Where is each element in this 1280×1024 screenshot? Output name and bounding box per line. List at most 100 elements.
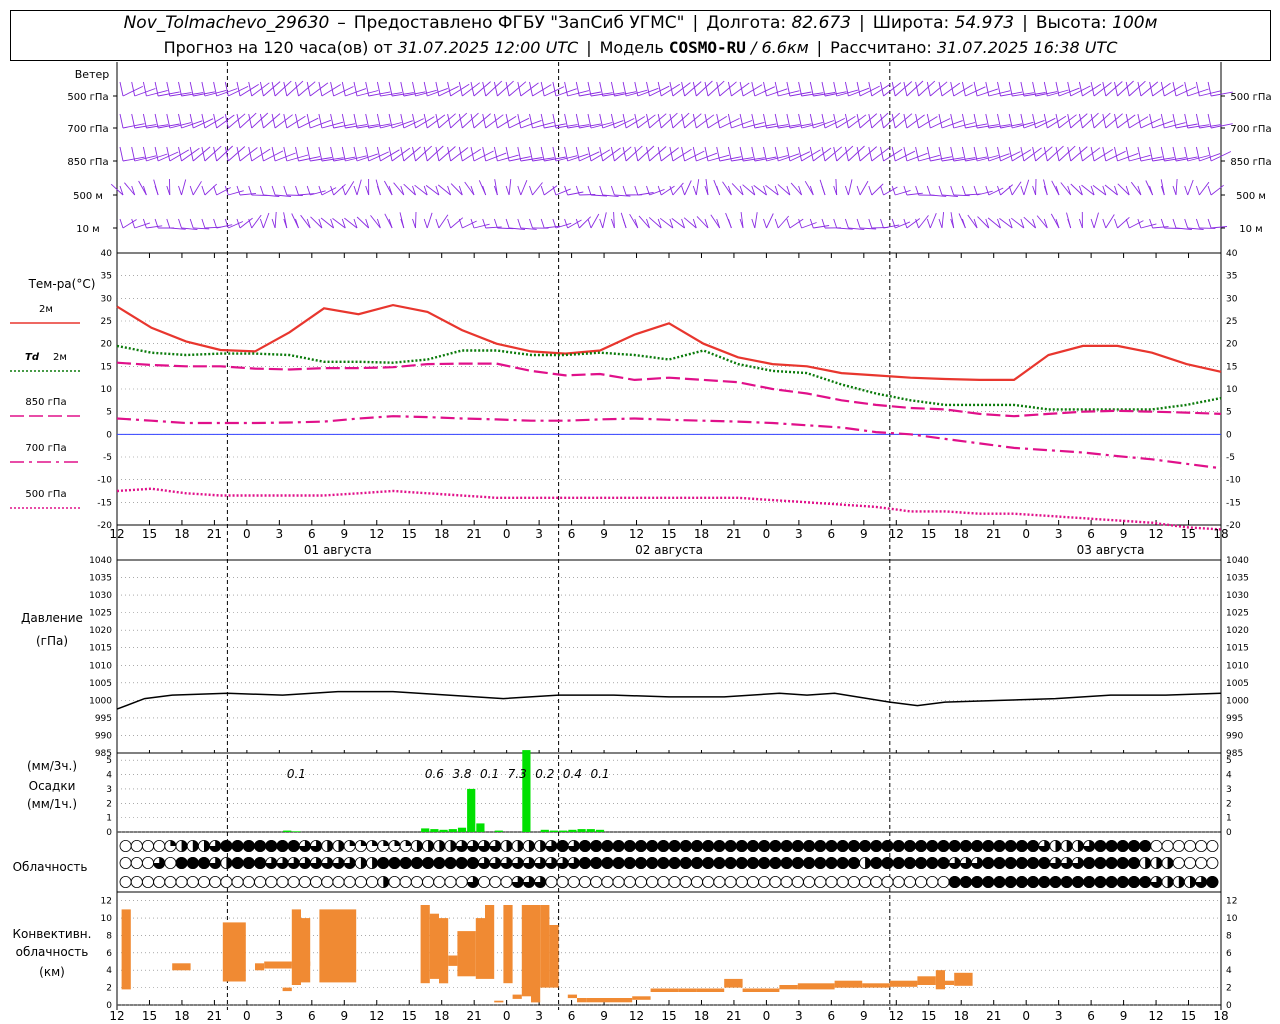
wind-barb — [1023, 147, 1042, 162]
wind-barb — [1036, 215, 1048, 229]
cloud-fill — [231, 857, 244, 870]
cloud-fill — [926, 840, 939, 853]
day-label: 01 августа — [304, 543, 372, 557]
cloud-fill — [859, 840, 872, 853]
time-tick-label-upper: 9 — [340, 527, 348, 541]
cloud-fill — [1049, 876, 1062, 889]
cloud-fill — [892, 857, 905, 870]
cloud-fill — [780, 857, 793, 870]
wind-barb-feather — [189, 185, 194, 196]
wind-barb-feather — [739, 113, 744, 129]
cloud-fill — [1190, 876, 1196, 888]
time-tick-label-upper: 18 — [694, 527, 709, 541]
cloud-fill — [803, 840, 816, 853]
time-tick-label-upper: 3 — [1055, 527, 1063, 541]
cloud-fill — [265, 840, 278, 853]
wind-barb — [1199, 181, 1210, 196]
wind-barb-feather — [973, 185, 978, 196]
cloud-circle — [410, 876, 423, 889]
wind-barb-feather — [1114, 113, 1118, 129]
wind-barb — [192, 181, 202, 196]
cloud-circle — [747, 876, 760, 889]
wind-barb-feather — [201, 146, 206, 162]
wind-barb-feather — [400, 113, 405, 129]
legend-label-td-height: 2м — [53, 352, 67, 363]
wind-barb-feather — [692, 146, 697, 162]
pressure-tick-label-right: 995 — [1226, 714, 1243, 724]
wind-level-label-left: 500 гПа — [67, 92, 108, 103]
wind-barb-feather — [552, 81, 557, 97]
wind-barb-feather — [189, 218, 194, 229]
wind-barb-feather — [786, 113, 791, 129]
wind-barb-feather — [1067, 146, 1072, 162]
wind-barb-feather — [856, 146, 861, 162]
wind-barb-feather — [915, 81, 920, 97]
wind-barb-feather — [400, 81, 405, 97]
wind-barb-feather — [727, 218, 732, 229]
wind-barb-feather — [587, 218, 592, 229]
cloud-fill — [814, 840, 827, 853]
temp-tick-label-left: 40 — [101, 249, 113, 259]
wind-barb-feather — [1207, 218, 1212, 229]
pressure-tick-label-left: 1000 — [89, 696, 112, 706]
wind-barb-feather — [540, 146, 545, 162]
cloud-fill — [405, 840, 412, 846]
cloud-fill — [1116, 876, 1129, 889]
precip-bar — [292, 831, 301, 832]
wind-barb-feather — [868, 113, 873, 129]
wind-barb-feather — [189, 113, 194, 129]
cloud-fill — [993, 840, 1006, 853]
cloud-fill — [506, 840, 513, 852]
cloud-circle — [691, 876, 704, 889]
precip-tick-label-right: 2 — [1226, 799, 1232, 809]
wind-barb-feather — [564, 113, 569, 129]
cloud-circle — [197, 876, 210, 889]
convective-cloud-bar — [347, 909, 357, 983]
wind-barb — [848, 114, 867, 129]
cloud-fill — [881, 840, 894, 853]
cloud-circle — [489, 876, 502, 889]
cloud-fill — [1038, 876, 1051, 889]
wind-barb-feather — [1078, 81, 1083, 97]
wind-barb-feather — [142, 113, 147, 129]
wind-level-label-right: 700 гПа — [1230, 124, 1271, 135]
cloud-circle — [1172, 857, 1185, 870]
wind-barb-feather — [283, 185, 288, 196]
precip-tick-label-left: 0 — [106, 828, 112, 838]
temp-tick-label-right: 30 — [1226, 294, 1238, 304]
wind-barb-feather — [587, 146, 592, 162]
wind-barb-feather — [1020, 81, 1025, 97]
convective-cloud-bar — [512, 994, 522, 999]
cloud-fill — [836, 857, 849, 870]
time-tick-label-lower: 15 — [921, 1009, 936, 1023]
cloud-fill — [735, 840, 748, 853]
convective-cloud-bar — [834, 980, 863, 988]
wind-barb-feather — [295, 81, 299, 97]
convective-tick-label-left: 6 — [106, 949, 112, 959]
wind-barb-feather — [131, 218, 136, 229]
wind-barb-feather — [482, 218, 487, 229]
time-tick-label-lower: 18 — [954, 1009, 969, 1023]
wind-barb-feather — [295, 146, 299, 162]
cloud-fill — [579, 857, 592, 870]
cloud-fill — [450, 840, 457, 852]
precip-bar — [549, 830, 559, 832]
wind-barb — [1093, 82, 1112, 97]
convective-cloud-bar — [696, 988, 725, 992]
cloud-fill — [428, 840, 434, 852]
wind-barb-feather — [259, 218, 264, 229]
wind-barb-feather — [271, 146, 276, 162]
wind-barbs — [110, 80, 1233, 231]
convective-cloud-bar — [567, 994, 577, 999]
temp-tick-label-right: 35 — [1226, 272, 1237, 282]
cloud-circle — [612, 876, 625, 889]
temp-tick-label-left: -5 — [103, 453, 112, 463]
cloud-fill — [847, 840, 860, 853]
wind-barb — [1140, 223, 1157, 229]
time-tick-label-lower: 12 — [369, 1009, 384, 1023]
temp-series-line — [116, 415, 1222, 470]
cloud-circle — [186, 876, 199, 889]
wind-barb-feather — [880, 113, 884, 129]
pressure-tick-label-left: 1015 — [89, 644, 112, 654]
wind-barb-feather — [505, 185, 510, 196]
